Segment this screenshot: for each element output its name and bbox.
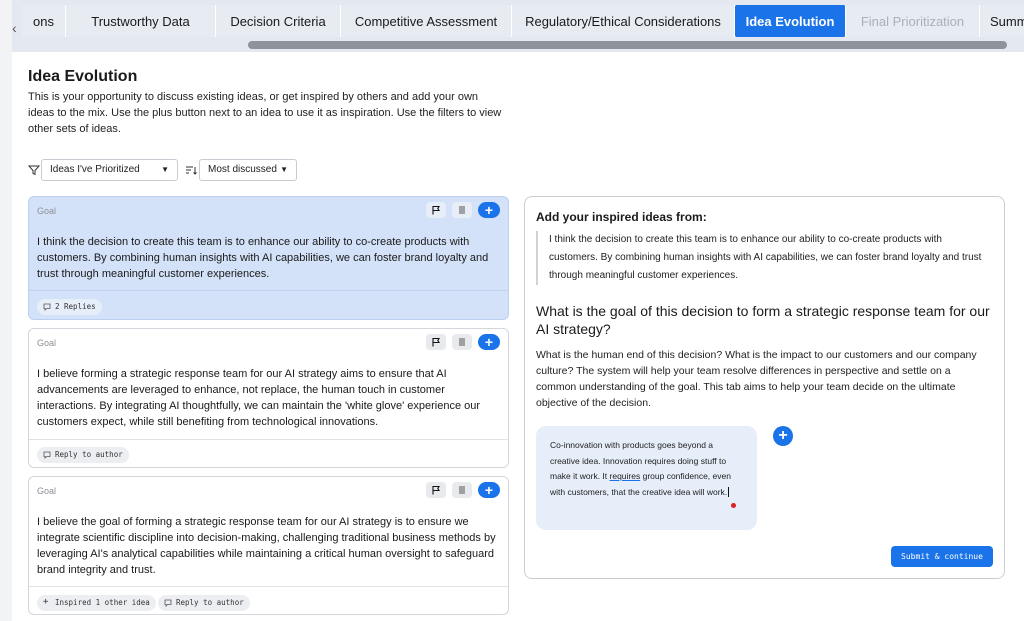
comment-icon [43, 303, 51, 311]
filter-dropdown-value: Ideas I've Prioritized [50, 164, 140, 175]
tab-regulatory-ethical[interactable]: Regulatory/Ethical Considerations [512, 5, 735, 37]
add-inspiration-button[interactable]: + [478, 334, 500, 350]
tab-decision-criteria[interactable]: Decision Criteria [216, 5, 341, 37]
idea-category-label: Goal [37, 206, 57, 216]
tab-final-prioritization: Final Prioritization [846, 5, 980, 37]
flag-button[interactable] [426, 334, 446, 350]
idea-input[interactable]: Co-innovation with products goes beyond … [536, 426, 757, 530]
spellcheck-flagged-word: requires [609, 471, 641, 481]
add-inspiration-button[interactable]: + [478, 202, 500, 218]
submit-continue-button[interactable]: Submit & continue [891, 546, 993, 567]
flag-icon [432, 205, 440, 215]
tab-scrollbar-thumb[interactable] [248, 41, 1007, 49]
text-cursor [728, 486, 730, 497]
tab-competitive-assessment[interactable]: Competitive Assessment [341, 5, 512, 37]
chevron-down-icon: ▼ [280, 165, 288, 174]
panel-heading: Add your inspired ideas from: [536, 210, 707, 224]
add-inspiration-button[interactable]: + [478, 482, 500, 498]
comment-icon [43, 451, 51, 459]
goal-question: What is the goal of this decision to for… [536, 303, 990, 337]
flag-icon [432, 337, 440, 347]
comment-icon [164, 599, 172, 607]
status-indicator-dot [731, 503, 736, 508]
page: ‹ ons Trustworthy Data Decision Criteria… [12, 0, 1024, 621]
inspired-count-label: Inspired 1 other idea [55, 598, 150, 607]
reply-to-author-label: Reply to author [176, 598, 244, 607]
idea-actions: + [426, 334, 500, 350]
inspiration-quote: I think the decision to create this team… [536, 231, 986, 285]
idea-actions: + [426, 482, 500, 498]
idea-actions: + [426, 202, 500, 218]
filter-icon [28, 165, 40, 176]
details-button[interactable] [452, 482, 472, 498]
idea-card[interactable]: Goal + I think the decision to create th… [28, 196, 509, 320]
sort-icon [186, 166, 197, 175]
idea-card[interactable]: Goal + I believe the goal of forming a s… [28, 476, 509, 615]
plus-icon: + [43, 597, 49, 607]
inspiration-panel: Add your inspired ideas from: I think th… [524, 196, 1005, 579]
list-icon [459, 206, 465, 214]
idea-category-label: Goal [37, 486, 57, 496]
add-idea-button[interactable]: + [773, 426, 793, 446]
flag-button[interactable] [426, 202, 446, 218]
flag-icon [432, 485, 440, 495]
sort-dropdown-value: Most discussed [208, 164, 277, 175]
reply-to-author-label: Reply to author [55, 450, 123, 459]
idea-text: I think the decision to create this team… [37, 236, 489, 280]
list-icon [459, 338, 465, 346]
tab-options[interactable]: ons [22, 5, 66, 37]
page-title: Idea Evolution [28, 68, 138, 85]
details-button[interactable] [452, 334, 472, 350]
chevron-down-icon: ▼ [161, 165, 169, 174]
tab-scroll-left-icon[interactable]: ‹ [12, 18, 22, 38]
idea-text: I believe the goal of forming a strategi… [37, 516, 496, 576]
idea-category-label: Goal [37, 338, 57, 348]
details-button[interactable] [452, 202, 472, 218]
inspired-count-chip[interactable]: + Inspired 1 other idea [37, 595, 156, 611]
filter-dropdown[interactable]: Ideas I've Prioritized ▼ [41, 159, 178, 181]
idea-text: I believe forming a strategic response t… [37, 368, 481, 428]
list-icon [459, 486, 465, 494]
replies-chip[interactable]: 2 Replies [37, 299, 102, 315]
idea-card[interactable]: Goal + I believe forming a strategic res… [28, 328, 509, 468]
card-divider [29, 439, 508, 440]
flag-button[interactable] [426, 482, 446, 498]
card-divider [29, 290, 508, 291]
plus-icon: + [484, 482, 494, 498]
tab-trustworthy-data[interactable]: Trustworthy Data [66, 5, 216, 37]
plus-icon: + [778, 427, 788, 444]
tab-summary[interactable]: Summary [980, 5, 1024, 37]
page-intro: This is your opportunity to discuss exis… [28, 91, 502, 135]
plus-icon: + [484, 334, 494, 350]
tab-bar: ‹ ons Trustworthy Data Decision Criteria… [12, 0, 1024, 52]
reply-to-author-chip[interactable]: Reply to author [158, 595, 250, 611]
replies-chip-label: 2 Replies [55, 302, 96, 311]
tab-idea-evolution[interactable]: Idea Evolution [735, 5, 846, 37]
reply-to-author-chip[interactable]: Reply to author [37, 447, 129, 463]
plus-icon: + [484, 202, 494, 218]
card-divider [29, 586, 508, 587]
tab-list: ons Trustworthy Data Decision Criteria C… [22, 5, 1024, 37]
sort-dropdown[interactable]: Most discussed ▼ [199, 159, 297, 181]
goal-question-description: What is the human end of this decision? … [536, 349, 977, 409]
